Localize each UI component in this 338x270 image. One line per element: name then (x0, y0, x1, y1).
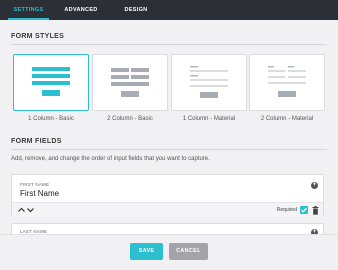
style-label-1-column-material: 1 Column - Material (182, 116, 236, 122)
style-option-1-column-material[interactable] (171, 54, 247, 111)
form-fields-title: FORM FIELDS (11, 138, 62, 145)
layout-2-column-material-icon (268, 66, 306, 97)
active-tab-indicator (8, 18, 49, 20)
form-styles-title: FORM STYLES (11, 33, 65, 40)
tab-settings[interactable]: SETTINGS (8, 0, 49, 20)
style-label-1-column-basic: 1 Column - Basic (28, 116, 74, 122)
field-card-first-name[interactable]: FIRST NAME First Name + Required (11, 174, 324, 217)
chevron-up-icon[interactable] (18, 207, 25, 213)
style-label-2-column-basic: 2 Column - Basic (107, 116, 153, 122)
tab-advanced[interactable]: ADVANCED (58, 0, 104, 20)
tab-bar: SETTINGS ADVANCED DESIGN (0, 0, 338, 20)
form-fields-description: Add, remove, and change the order of inp… (11, 156, 210, 162)
required-label: Required (276, 207, 297, 213)
save-button[interactable]: SAVE (130, 243, 163, 260)
cancel-button[interactable]: CANCEL (169, 243, 208, 260)
style-option-1-column-basic[interactable] (13, 54, 89, 111)
trash-icon[interactable] (312, 206, 319, 215)
layout-1-column-material-icon (190, 66, 228, 98)
style-label-2-column-material: 2 Column - Material (260, 116, 314, 122)
check-icon (301, 207, 307, 213)
divider (11, 44, 327, 45)
field-label: FIRST NAME (20, 182, 50, 187)
chevron-down-icon[interactable] (27, 207, 34, 213)
layout-2-column-basic-icon (111, 68, 149, 97)
style-option-2-column-material[interactable] (249, 54, 325, 111)
divider (11, 149, 327, 150)
style-option-2-column-basic[interactable] (92, 54, 168, 111)
field-name-value: First Name (20, 189, 60, 198)
tab-design[interactable]: DESIGN (116, 0, 156, 20)
field-toolbar: Required (12, 202, 323, 217)
plus-circle-icon[interactable]: + (311, 182, 318, 189)
layout-1-column-basic-icon (32, 67, 70, 96)
required-checkbox[interactable] (300, 206, 308, 214)
